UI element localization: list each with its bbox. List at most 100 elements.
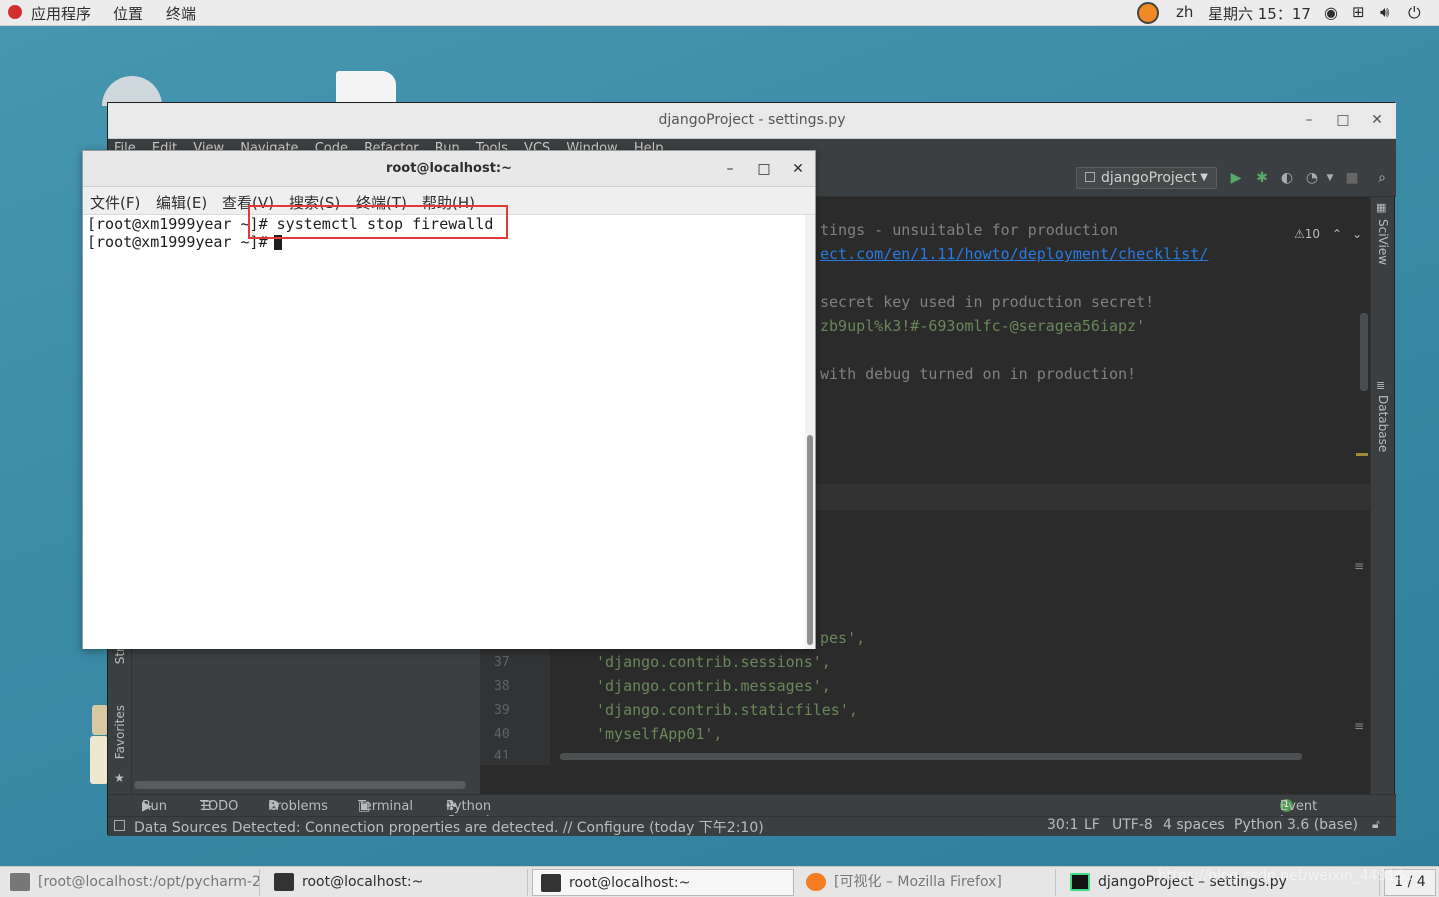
taskbar-item-label: root@localhost:~ [569, 875, 691, 891]
sciview-tab[interactable]: SciView [1376, 219, 1390, 265]
favorites-tab[interactable]: Favorites [113, 705, 127, 759]
database-tab[interactable]: Database [1376, 395, 1390, 452]
maximize-button[interactable]: □ [753, 158, 775, 180]
taskbar-item-label: root@localhost:~ [302, 874, 424, 890]
run-configuration-label: djangoProject [1101, 170, 1197, 186]
todo-tab-label: TODO [200, 799, 239, 814]
language-indicator[interactable]: zh [1176, 3, 1193, 21]
chevron-up-icon[interactable]: ⌃ [1332, 227, 1342, 241]
lock-icon[interactable]: 🔓︎ [1372, 817, 1380, 832]
line-separator[interactable]: LF [1084, 817, 1100, 833]
terminal-tab-label: Terminal [358, 799, 413, 814]
minimize-button[interactable]: – [1298, 109, 1320, 131]
caret-position[interactable]: 30:1 [1047, 817, 1078, 833]
status-message[interactable]: Data Sources Detected: Connection proper… [134, 817, 764, 837]
scrollbar-thumb[interactable] [807, 435, 813, 645]
taskbar-item-label: [可视化 – Mozilla Firefox] [834, 874, 1002, 890]
network-icon[interactable]: ⊞ [1352, 3, 1365, 21]
terminal-scrollbar[interactable] [805, 215, 815, 649]
pycharm-icon [1070, 873, 1090, 891]
warning-icon: ⚠ [1294, 227, 1305, 241]
python-file-icon [1085, 172, 1095, 182]
gnome-top-bar: 应用程序 位置 终端 zh 星期六 15：17 ◉ ⊞ 🔊︎ ⏻ [0, 0, 1439, 26]
indent-setting[interactable]: 4 spaces [1163, 817, 1225, 833]
code-string: 'django.contrib.sessions', [596, 653, 831, 671]
project-pane [132, 643, 480, 794]
structure-tab[interactable]: Str [113, 647, 127, 664]
desktop-item-icon[interactable] [90, 736, 108, 784]
coverage-icon[interactable]: ◐ [1279, 170, 1295, 186]
menu-edit[interactable]: 编辑(E) [156, 192, 207, 213]
code-string: 'django.contrib.staticfiles', [596, 701, 858, 719]
editor-horizontal-scrollbar[interactable] [560, 753, 1302, 760]
line-number: 39 [494, 703, 510, 718]
taskbar-item-terminal-active[interactable]: root@localhost:~ [532, 869, 794, 896]
chevron-down-icon: ▼ [1200, 172, 1208, 183]
menu-lines-icon[interactable]: ≡ [1354, 559, 1364, 573]
run-icon[interactable]: ▶ [1228, 170, 1244, 186]
firefox-icon [806, 873, 826, 891]
maximize-button[interactable]: □ [1332, 109, 1354, 131]
menu-lines-icon[interactable]: ≡ [1354, 719, 1364, 733]
problems-tab-label: Problems [268, 799, 328, 814]
minimize-button[interactable]: – [719, 158, 741, 180]
menu-file[interactable]: 文件(F) [90, 192, 140, 213]
clock[interactable]: 星期六 15：17 [1208, 3, 1311, 24]
watermark: https://blog.csdn.net/weixin_44916... [1158, 868, 1418, 884]
terminal-icon [10, 873, 30, 891]
code-link[interactable]: ect.com/en/1.11/howto/deployment/checkli… [820, 245, 1208, 263]
status-bar: Data Sources Detected: Connection proper… [108, 816, 1396, 836]
run-tab-label: Run [142, 799, 167, 814]
file-icon[interactable] [336, 71, 396, 105]
code-comment: secret key used in production secret! [820, 293, 1155, 311]
window-title: djangoProject - settings.py [658, 112, 846, 128]
line-number: 40 [494, 727, 510, 742]
highlight-box [248, 205, 508, 239]
line-number: 41 [494, 749, 510, 759]
profile-icon[interactable]: ◔ [1304, 170, 1320, 186]
code-string: zb9upl%k3!#-693omlfc-@seragea56iapz' [820, 317, 1146, 335]
file-encoding[interactable]: UTF-8 [1112, 817, 1153, 833]
code-comment: with debug turned on in production! [820, 365, 1137, 383]
terminal-icon [541, 874, 561, 892]
redhat-icon [8, 5, 22, 19]
close-button[interactable]: ✕ [1366, 109, 1388, 131]
terminal-title: root@localhost:~ [385, 161, 513, 176]
database-icon: ≣ [1376, 379, 1386, 392]
debug-icon[interactable]: ✱ [1254, 170, 1270, 186]
editor-vertical-scrollbar[interactable] [1360, 313, 1368, 391]
line-number-gutter: 37 38 39 40 41 [480, 643, 550, 765]
terminal-output[interactable]: [root@xm1999year ~]# systemctl stop fire… [83, 215, 805, 649]
taskbar-item-terminal[interactable]: root@localhost:~ [266, 869, 528, 896]
close-button[interactable]: ✕ [787, 158, 809, 180]
terminal-titlebar: root@localhost:~ – □ ✕ [83, 151, 815, 187]
search-icon[interactable]: ⌕ [1374, 170, 1390, 186]
applications-menu[interactable]: 应用程序 [31, 3, 91, 24]
desktop-item-icon[interactable] [92, 705, 108, 735]
power-icon[interactable]: ⏻ [1408, 3, 1421, 23]
run-configuration-select[interactable]: djangoProject ▼ [1076, 167, 1217, 189]
inspection-widget[interactable]: ⚠10 ⌃ ⌄ [1294, 227, 1362, 241]
python-interpreter[interactable]: Python 3.6 (base) [1234, 817, 1358, 833]
taskbar-item-pycharm-terminal[interactable]: [root@localhost:/opt/pycharm-202… [2, 869, 260, 896]
stop-icon[interactable]: ■ [1344, 170, 1360, 186]
chevron-down-icon[interactable]: ▼ [1322, 170, 1338, 186]
code-string: pes', [820, 629, 866, 647]
chevron-down-icon[interactable]: ⌄ [1352, 227, 1362, 241]
code-string: 'myselfApp01', [596, 725, 723, 743]
star-icon: ★ [114, 771, 125, 785]
taskbar-item-label: [root@localhost:/opt/pycharm-202… [38, 874, 260, 890]
taskbar-item-firefox[interactable]: [可视化 – Mozilla Firefox] [798, 869, 1056, 896]
input-method-icon[interactable] [1137, 2, 1159, 24]
accessibility-icon[interactable]: ◉ [1324, 3, 1338, 22]
line-number: 38 [494, 679, 510, 694]
error-stripe-marker[interactable] [1356, 453, 1368, 456]
code-comment: tings - unsuitable for production [820, 221, 1119, 239]
right-tool-stripe: ▦ SciView ≣ Database [1370, 197, 1394, 794]
project-horizontal-scrollbar[interactable] [134, 781, 466, 789]
terminal-menu[interactable]: 终端 [166, 3, 196, 24]
places-menu[interactable]: 位置 [113, 3, 143, 24]
volume-icon[interactable]: 🔊︎ [1380, 3, 1389, 21]
status-toggle-icon[interactable] [114, 820, 125, 831]
sciview-icon: ▦ [1376, 201, 1387, 214]
